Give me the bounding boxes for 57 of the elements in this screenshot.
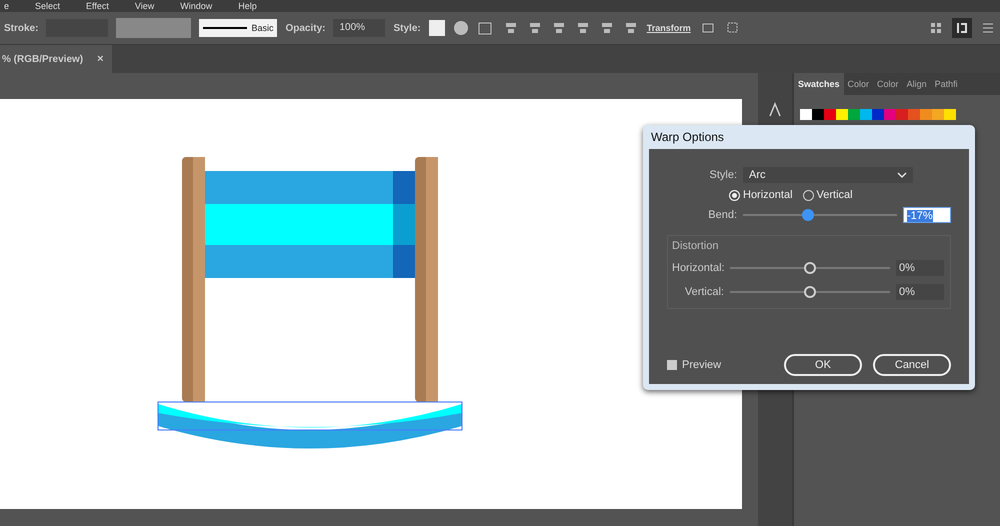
color-swatch[interactable]	[800, 109, 812, 120]
distortion-label: Vertical:	[684, 286, 724, 298]
color-swatch[interactable]	[848, 109, 860, 120]
style-swatch[interactable]	[428, 20, 445, 36]
slider-thumb[interactable]	[804, 262, 816, 274]
menu-item[interactable]: Select	[35, 1, 60, 11]
panel-tab[interactable]: Pathfi	[930, 73, 962, 95]
distortion-field[interactable]: 0%	[896, 284, 944, 300]
preview-checkbox[interactable]: Preview	[667, 359, 722, 371]
stroke-label: Stroke:	[4, 22, 38, 34]
color-swatch[interactable]	[860, 109, 872, 120]
ok-button[interactable]: OK	[784, 354, 862, 376]
globe-icon[interactable]	[452, 20, 469, 36]
color-swatch[interactable]	[812, 109, 824, 120]
panel-toggle-icon[interactable]	[952, 18, 972, 38]
opacity-field[interactable]: 100%	[333, 19, 386, 37]
opacity-label: Opacity:	[285, 22, 326, 34]
grid-icon[interactable]	[928, 20, 944, 36]
bend-label: Bend:	[707, 209, 737, 221]
caret-icon	[897, 171, 907, 179]
color-swatch[interactable]	[944, 109, 956, 120]
style-label: Style:	[708, 169, 737, 181]
color-swatch[interactable]	[920, 109, 932, 120]
panel-tab[interactable]: Align	[902, 73, 931, 95]
style-label: Style:	[393, 22, 421, 34]
style-dropdown[interactable]: Arc	[743, 167, 913, 183]
menu-item[interactable]: Help	[238, 1, 257, 11]
close-icon[interactable]: ×	[97, 53, 104, 65]
slider-thumb[interactable]	[804, 286, 816, 298]
slider-thumb[interactable]	[802, 209, 814, 221]
document-tab[interactable]: % (RGB/Preview) ×	[0, 45, 112, 73]
color-swatch[interactable]	[872, 109, 884, 120]
color-swatch[interactable]	[896, 109, 908, 120]
cancel-button[interactable]: Cancel	[873, 354, 951, 376]
panel-tab[interactable]: Swatches	[794, 73, 844, 95]
variable-width-field[interactable]	[116, 18, 192, 38]
color-swatch[interactable]	[908, 109, 920, 120]
menu-item[interactable]: Effect	[86, 1, 109, 11]
radio-label[interactable]: Horizontal	[743, 189, 793, 201]
menu-item[interactable]: e	[4, 1, 10, 11]
dialog-title: Warp Options	[650, 129, 725, 146]
color-swatch[interactable]	[836, 109, 848, 120]
panel-tab[interactable]: Color	[873, 73, 903, 95]
radio-label[interactable]: Vertical	[816, 189, 853, 201]
radio-button[interactable]	[802, 190, 814, 200]
menu-item[interactable]: Window	[180, 1, 212, 11]
color-swatch[interactable]	[824, 109, 836, 120]
distortion-title: Distortion	[672, 240, 720, 252]
menu-item[interactable]: View	[134, 1, 154, 11]
transform-link[interactable]: Transform	[646, 23, 691, 33]
distortion-label: Horizontal:	[672, 262, 724, 274]
distortion-field[interactable]: 0%	[896, 260, 944, 276]
color-swatch[interactable]	[884, 109, 896, 120]
bend-field[interactable]: -17%	[903, 207, 951, 223]
color-swatch[interactable]	[932, 109, 944, 120]
panel-tab[interactable]: Color	[844, 73, 874, 95]
brush-dropdown[interactable]: Basic	[199, 19, 278, 37]
